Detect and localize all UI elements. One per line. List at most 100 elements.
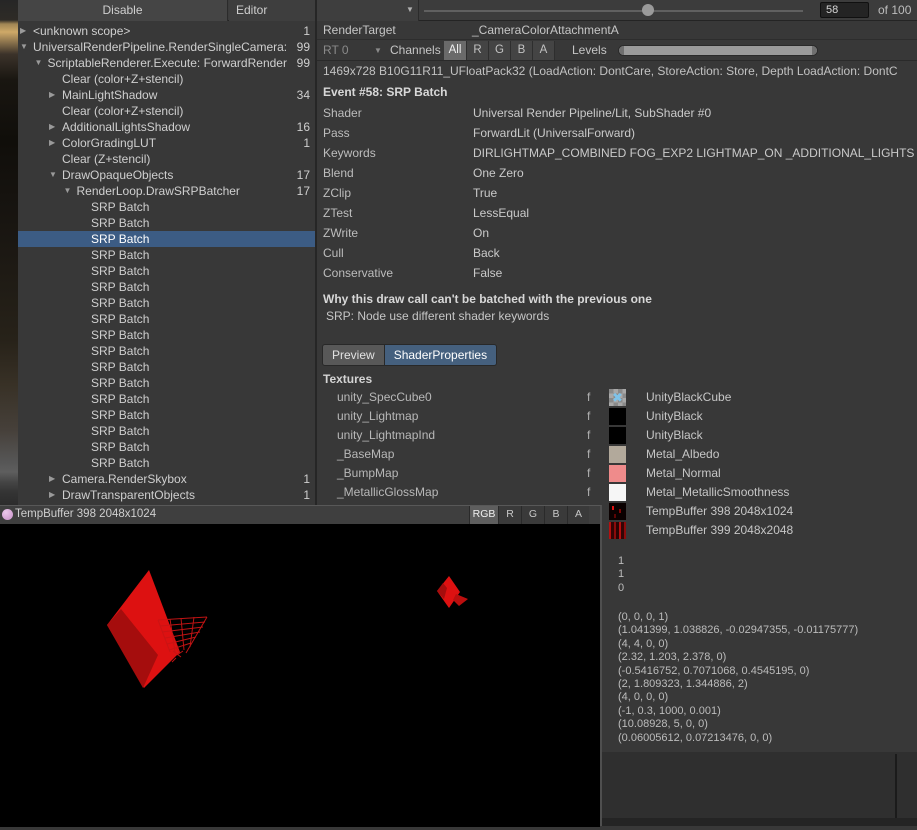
detail-row: ZClipTrue (317, 183, 915, 203)
texture-asset-name: Metal_Albedo (646, 445, 719, 464)
tree-row[interactable]: SRP Batch (18, 231, 315, 247)
texture-property-name: _BaseMap (337, 445, 394, 464)
texture-row[interactable]: unity_LightmapIndfUnityBlack (317, 426, 915, 445)
tree-row[interactable]: Clear (Z+stencil) (18, 151, 315, 167)
vector-value: (0, 0, 0, 1) (618, 611, 913, 624)
tree-row[interactable]: SRP Batch (18, 407, 315, 423)
float-value: 1 (618, 555, 913, 568)
preview-channel-button-r[interactable]: R (498, 506, 521, 524)
tree-row[interactable]: SRP Batch (18, 455, 315, 471)
tree-row-label: <unknown scope> (33, 23, 130, 39)
texture-property-name: unity_LightmapInd (337, 426, 435, 445)
tree-row[interactable]: ▶ColorGradingLUT1 (18, 135, 315, 151)
tree-row[interactable]: ▼RenderLoop.DrawSRPBatcher17 (18, 183, 315, 199)
detail-label: Blend (323, 163, 354, 183)
foldout-open-icon[interactable]: ▼ (49, 167, 57, 183)
detail-value: ForwardLit (UniversalForward) (473, 123, 635, 143)
foldout-closed-icon[interactable]: ▶ (20, 23, 26, 39)
foldout-closed-icon[interactable]: ▶ (49, 471, 55, 487)
tree-row[interactable]: SRP Batch (18, 327, 315, 343)
tree-row[interactable]: ▶DrawTransparentObjects1 (18, 487, 315, 503)
channels-label: Channels (390, 40, 441, 61)
tree-row[interactable]: SRP Batch (18, 391, 315, 407)
tree-row[interactable]: ▶MainLightShadow34 (18, 87, 315, 103)
detail-value: One Zero (473, 163, 524, 183)
tree-row[interactable]: ▶AdditionalLightsShadow16 (18, 119, 315, 135)
preview-channel-button-rgb[interactable]: RGB (469, 506, 498, 524)
tree-row-label: SRP Batch (91, 247, 149, 263)
tree-row[interactable]: ▼DrawOpaqueObjects17 (18, 167, 315, 183)
preview-channel-button-b[interactable]: B (544, 506, 567, 524)
preview-channel-button-a[interactable]: A (567, 506, 589, 524)
texture-row[interactable]: unity_LightmapfUnityBlack (317, 407, 915, 426)
tab-preview[interactable]: Preview (322, 344, 385, 366)
texture-asset-name: UnityBlackCube (646, 388, 731, 407)
tree-row[interactable]: SRP Batch (18, 247, 315, 263)
tree-row-label: Clear (color+Z+stencil) (62, 71, 183, 87)
foldout-open-icon[interactable]: ▼ (64, 183, 72, 199)
event-scrubber-track[interactable] (424, 10, 803, 12)
texture-flag: f (587, 426, 590, 445)
tree-row[interactable]: SRP Batch (18, 199, 315, 215)
rt-index-dropdown[interactable]: RT 0 (323, 40, 349, 61)
tree-row[interactable]: SRP Batch (18, 295, 315, 311)
foldout-open-icon[interactable]: ▼ (35, 55, 43, 71)
editor-target-dropdown[interactable]: Editor (229, 0, 419, 21)
channel-button-all[interactable]: All (444, 41, 467, 60)
background-scene-strip (0, 0, 18, 505)
event-number-field[interactable]: 58 (820, 2, 869, 18)
render-target-value: _CameraColorAttachmentA (472, 21, 619, 40)
tree-row[interactable]: SRP Batch (18, 423, 315, 439)
preview-viewport[interactable] (0, 524, 600, 827)
texture-row[interactable]: _MetallicGlossMapfMetal_MetallicSmoothne… (317, 483, 915, 502)
tree-row[interactable]: SRP Batch (18, 215, 315, 231)
tree-row[interactable]: Clear (color+Z+stencil) (18, 103, 315, 119)
levels-range-slider[interactable] (618, 45, 818, 56)
tree-row[interactable]: Clear (color+Z+stencil) (18, 71, 315, 87)
channel-button-a[interactable]: A (533, 41, 555, 60)
detail-row: PassForwardLit (UniversalForward) (317, 123, 915, 143)
preview-title-bar[interactable]: TempBuffer 398 2048x1024 RGBRGBA (0, 506, 600, 524)
tree-row[interactable]: ▶Camera.RenderSkybox1 (18, 471, 315, 487)
tree-row[interactable]: SRP Batch (18, 359, 315, 375)
tree-row[interactable]: SRP Batch (18, 343, 315, 359)
foldout-open-icon[interactable]: ▼ (20, 39, 28, 55)
detail-row: ConservativeFalse (317, 263, 915, 283)
tree-row-count: 17 (297, 167, 310, 183)
texture-property-name: _BumpMap (337, 464, 398, 483)
detail-label: Conservative (323, 263, 393, 283)
tree-row-label: ScriptableRenderer.Execute: ForwardRende… (48, 55, 287, 71)
tree-row[interactable]: ▶ <unknown scope> 1 (18, 23, 315, 39)
event-scrubber-handle[interactable] (642, 4, 654, 16)
tree-row-label: Clear (Z+stencil) (62, 151, 150, 167)
tree-row[interactable]: SRP Batch (18, 439, 315, 455)
tree-row[interactable]: SRP Batch (18, 279, 315, 295)
tree-row-label: SRP Batch (91, 231, 149, 247)
tree-row[interactable]: SRP Batch (18, 311, 315, 327)
disable-button[interactable]: Disable (18, 0, 228, 21)
render-target-row: RenderTarget _CameraColorAttachmentA (317, 21, 917, 40)
detail-value: DIRLIGHTMAP_COMBINED FOG_EXP2 LIGHTMAP_O… (473, 143, 915, 163)
texture-row[interactable]: _BaseMapfMetal_Albedo (317, 445, 915, 464)
tab-shaderproperties[interactable]: ShaderProperties (385, 344, 497, 366)
channel-button-r[interactable]: R (467, 41, 489, 60)
tree-row-count: 1 (303, 23, 310, 39)
foldout-closed-icon[interactable]: ▶ (49, 119, 55, 135)
tree-row[interactable]: SRP Batch (18, 375, 315, 391)
detail-label: ZTest (323, 203, 352, 223)
batch-break-title: Why this draw call can't be batched with… (323, 291, 652, 308)
tree-row[interactable]: ▼UniversalRenderPipeline.RenderSingleCam… (18, 39, 315, 55)
checker-cube-texture-icon (609, 389, 626, 406)
foldout-closed-icon[interactable]: ▶ (49, 487, 55, 503)
tree-row[interactable]: SRP Batch (18, 263, 315, 279)
texture-row[interactable]: _BumpMapfMetal_Normal (317, 464, 915, 483)
tree-row[interactable]: ▼ ScriptableRenderer.Execute: ForwardRend… (18, 55, 315, 71)
foldout-closed-icon[interactable]: ▶ (49, 87, 55, 103)
detail-value: Back (473, 243, 500, 263)
foldout-closed-icon[interactable]: ▶ (49, 135, 55, 151)
texture-row[interactable]: unity_SpecCube0fUnityBlackCube (317, 388, 915, 407)
float-value: 1 (618, 568, 913, 581)
preview-channel-button-g[interactable]: G (521, 506, 544, 524)
channel-button-g[interactable]: G (489, 41, 511, 60)
channel-button-b[interactable]: B (511, 41, 533, 60)
